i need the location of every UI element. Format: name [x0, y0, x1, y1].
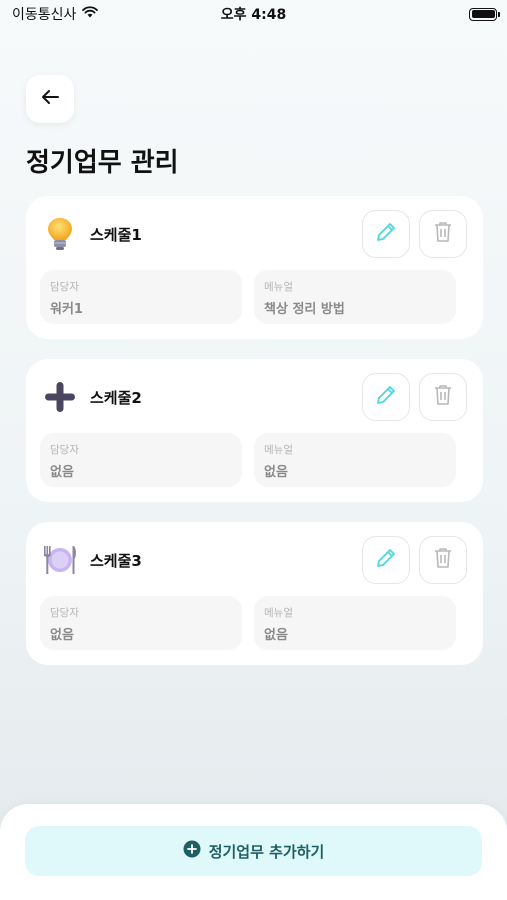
plus-cross-icon	[42, 379, 78, 415]
page-title: 정기업무 관리	[26, 148, 179, 178]
assignee-field: 담당자 없음	[40, 433, 242, 487]
manual-label: 메뉴얼	[264, 607, 293, 619]
manual-label: 메뉴얼	[264, 281, 293, 293]
manual-field: 메뉴얼 책상 정리 방법	[254, 270, 456, 324]
delete-button[interactable]	[419, 373, 467, 421]
arrow-left-icon	[38, 85, 62, 113]
assignee-label: 담당자	[50, 444, 79, 456]
pencil-icon	[374, 546, 398, 574]
assignee-field: 담당자 없음	[40, 596, 242, 650]
manual-value: 없음	[264, 628, 288, 643]
manual-value: 없음	[264, 465, 288, 480]
card-header: 스케줄1	[42, 210, 142, 258]
card-header: 스케줄2	[42, 373, 142, 421]
back-button[interactable]	[26, 75, 74, 123]
trash-icon	[432, 546, 454, 574]
trash-icon	[432, 220, 454, 248]
schedule-card: 스케줄2 담당자 없음 메뉴얼 없음	[26, 359, 483, 502]
schedule-card: 스케줄1 담당자 워커1 메뉴얼 책상 정리 방법	[26, 196, 483, 339]
status-bar: 이동통신사 오후 4:48	[0, 0, 507, 28]
schedule-title: 스케줄3	[90, 551, 142, 570]
battery-icon	[469, 7, 500, 21]
trash-icon	[432, 383, 454, 411]
assignee-label: 담당자	[50, 281, 79, 293]
plus-circle-icon	[183, 840, 201, 862]
card-header: 스케줄3	[42, 536, 142, 584]
delete-button[interactable]	[419, 536, 467, 584]
lightbulb-icon	[42, 216, 78, 252]
manual-field: 메뉴얼 없음	[254, 433, 456, 487]
schedule-card: 스케줄3 담당자 없음 메뉴얼 없음	[26, 522, 483, 665]
manual-value: 책상 정리 방법	[264, 302, 345, 317]
pencil-icon	[374, 383, 398, 411]
add-schedule-button[interactable]: 정기업무 추가하기	[25, 826, 482, 876]
assignee-value: 없음	[50, 465, 74, 480]
assignee-label: 담당자	[50, 607, 79, 619]
assignee-value: 워커1	[50, 302, 83, 317]
bottom-panel: 정기업무 추가하기	[0, 804, 507, 900]
edit-button[interactable]	[362, 373, 410, 421]
schedule-title: 스케줄1	[90, 225, 142, 244]
carrier-name: 이동통신사	[12, 7, 77, 23]
schedule-title: 스케줄2	[90, 388, 142, 407]
edit-button[interactable]	[362, 536, 410, 584]
pencil-icon	[374, 220, 398, 248]
status-left: 이동통신사	[12, 4, 99, 24]
assignee-field: 담당자 워커1	[40, 270, 242, 324]
wifi-icon	[82, 6, 99, 22]
delete-button[interactable]	[419, 210, 467, 258]
manual-field: 메뉴얼 없음	[254, 596, 456, 650]
add-schedule-label: 정기업무 추가하기	[208, 842, 325, 861]
edit-button[interactable]	[362, 210, 410, 258]
assignee-value: 없음	[50, 628, 74, 643]
fork-knife-plate-icon	[42, 542, 78, 578]
manual-label: 메뉴얼	[264, 444, 293, 456]
